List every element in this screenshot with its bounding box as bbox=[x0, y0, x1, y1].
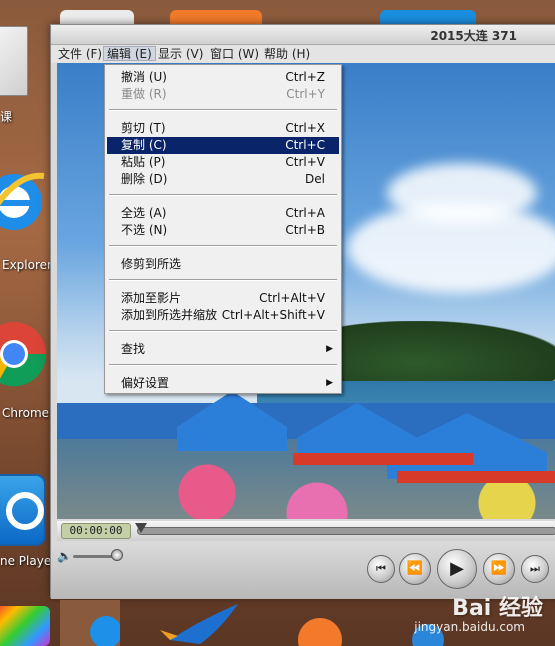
bird-icon bbox=[160, 604, 238, 644]
menu-item-shortcut: Ctrl+Y bbox=[286, 87, 325, 101]
video-banner bbox=[397, 471, 555, 483]
menu-window[interactable]: 窗口 (W) bbox=[207, 47, 262, 62]
menu-separator bbox=[109, 109, 337, 111]
menu-item-shortcut: Ctrl+C bbox=[285, 138, 325, 152]
video-banner bbox=[293, 453, 473, 465]
internet-explorer-icon[interactable] bbox=[0, 162, 46, 242]
watermark-url: jingyan.baidu.com bbox=[414, 620, 525, 634]
menu-separator bbox=[109, 194, 337, 196]
dock-item[interactable] bbox=[290, 600, 350, 646]
desktop-label-ie: Explorer bbox=[2, 258, 52, 272]
menu-item-label: 复制 (C) bbox=[121, 138, 167, 152]
messenger-icon bbox=[90, 616, 122, 646]
menu-item-copy[interactable]: 复制 (C) Ctrl+C bbox=[107, 137, 339, 154]
app-icon[interactable] bbox=[0, 606, 50, 646]
menu-item-label: 删除 (D) bbox=[121, 172, 168, 186]
desktop-label-chrome: Chrome bbox=[2, 406, 50, 420]
chrome-icon[interactable] bbox=[0, 308, 48, 398]
volume-icon[interactable]: 🔈 bbox=[57, 549, 72, 563]
menu-bar: 文件 (F) 编辑 (E) 显示 (V) 窗口 (W) 帮助 (H) bbox=[51, 45, 555, 63]
menu-item-shortcut: Ctrl+Alt+V bbox=[259, 291, 325, 305]
menu-item-redo[interactable]: 重做 (R) Ctrl+Y bbox=[107, 86, 339, 103]
quicktime-icon[interactable] bbox=[0, 474, 46, 546]
menu-item-shortcut: Ctrl+B bbox=[285, 223, 325, 237]
menu-item-label: 添加到所选并缩放 bbox=[121, 308, 218, 322]
edit-menu-dropdown: 撤消 (U) Ctrl+Z 重做 (R) Ctrl+Y 剪切 (T) Ctrl+… bbox=[104, 64, 342, 394]
menu-item-trim[interactable]: 修剪到所选 bbox=[107, 256, 339, 273]
menu-item-shortcut: Ctrl+A bbox=[285, 206, 325, 220]
cloud bbox=[387, 163, 537, 223]
menu-item-label: 不选 (N) bbox=[121, 223, 168, 237]
menu-item-delete[interactable]: 删除 (D) Del bbox=[107, 171, 339, 188]
menu-item-label: 粘贴 (P) bbox=[121, 155, 166, 169]
menu-item-select-all[interactable]: 全选 (A) Ctrl+A bbox=[107, 205, 339, 222]
title-bar[interactable]: 2015大连 371 bbox=[51, 25, 555, 45]
menu-item-find[interactable]: 查找 ▶ bbox=[107, 341, 339, 358]
menu-separator bbox=[109, 330, 337, 332]
menu-item-select-none[interactable]: 不选 (N) Ctrl+B bbox=[107, 222, 339, 239]
menu-item-shortcut: Ctrl+Z bbox=[285, 70, 325, 84]
submenu-arrow-icon: ▶ bbox=[326, 378, 333, 388]
feed-icon bbox=[298, 618, 342, 646]
dock-item[interactable] bbox=[60, 600, 122, 646]
menu-item-undo[interactable]: 撤消 (U) Ctrl+Z bbox=[107, 69, 339, 86]
menu-edit[interactable]: 编辑 (E) bbox=[103, 46, 156, 61]
menu-item-add-to-movie[interactable]: 添加至影片 Ctrl+Alt+V bbox=[107, 290, 339, 307]
dock-item[interactable] bbox=[160, 600, 238, 646]
menu-help[interactable]: 帮助 (H) bbox=[261, 47, 313, 62]
menu-item-preferences[interactable]: 偏好设置 ▶ bbox=[107, 375, 339, 392]
submenu-arrow-icon: ▶ bbox=[326, 344, 333, 354]
scrubber-handle[interactable] bbox=[135, 523, 147, 533]
document-icon[interactable] bbox=[0, 26, 28, 96]
top-taskbar bbox=[50, 0, 555, 26]
menu-item-add-scale[interactable]: 添加到所选并缩放 Ctrl+Alt+Shift+V bbox=[107, 307, 339, 324]
menu-item-label: 全选 (A) bbox=[121, 206, 167, 220]
menu-separator bbox=[109, 364, 337, 366]
menu-item-paste[interactable]: 粘贴 (P) Ctrl+V bbox=[107, 154, 339, 171]
menu-item-label: 修剪到所选 bbox=[121, 257, 182, 271]
desktop-label-quicktime: ne Player bbox=[0, 554, 57, 568]
next-button[interactable]: ⏭ bbox=[521, 555, 549, 583]
menu-file[interactable]: 文件 (F) bbox=[55, 47, 105, 62]
window-title: 2015大连 371 bbox=[430, 29, 517, 43]
scrubber-track[interactable] bbox=[137, 527, 555, 535]
rewind-button[interactable]: ⏪ bbox=[399, 553, 431, 585]
desktop-label-doc: 课 bbox=[0, 110, 13, 124]
menu-separator bbox=[109, 279, 337, 281]
menu-item-shortcut: Ctrl+V bbox=[285, 155, 325, 169]
menu-item-shortcut: Ctrl+X bbox=[285, 121, 325, 135]
menu-item-label: 偏好设置 bbox=[121, 376, 170, 390]
menu-view[interactable]: 显示 (V) bbox=[155, 47, 206, 62]
menu-separator bbox=[109, 245, 337, 247]
watermark-brand: Bai 经验 bbox=[452, 596, 543, 621]
play-button[interactable]: ▶ bbox=[437, 549, 477, 589]
menu-item-shortcut: Del bbox=[305, 172, 325, 186]
fast-forward-button[interactable]: ⏩ bbox=[483, 553, 515, 585]
menu-item-label: 剪切 (T) bbox=[121, 121, 166, 135]
menu-item-cut[interactable]: 剪切 (T) Ctrl+X bbox=[107, 120, 339, 137]
volume-knob[interactable] bbox=[111, 549, 123, 561]
time-display: 00:00:00 bbox=[61, 523, 131, 539]
menu-item-label: 查找 bbox=[121, 342, 146, 356]
menu-item-label: 添加至影片 bbox=[121, 291, 182, 305]
menu-item-label: 撤消 (U) bbox=[121, 70, 167, 84]
menu-item-label: 重做 (R) bbox=[121, 87, 167, 101]
menu-item-shortcut: Ctrl+Alt+Shift+V bbox=[221, 308, 325, 322]
time-bar: 00:00:00 bbox=[57, 521, 555, 541]
previous-button[interactable]: ⏮ bbox=[367, 555, 395, 583]
